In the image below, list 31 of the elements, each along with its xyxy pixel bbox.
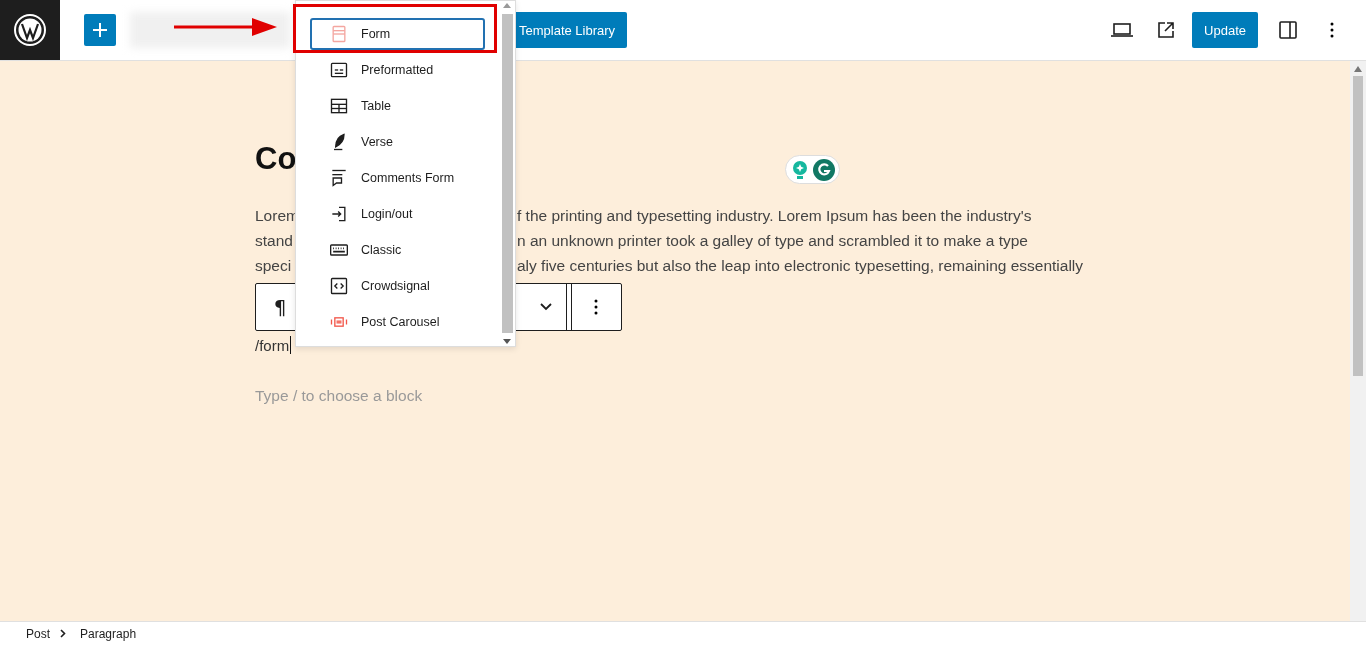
wordpress-logo[interactable] <box>0 0 60 60</box>
preformatted-icon <box>329 60 349 80</box>
plus-icon <box>93 23 107 37</box>
paragraph-button[interactable]: ¶ <box>256 284 304 330</box>
chevron-down-icon[interactable] <box>540 303 552 311</box>
paragraph-text: aly five centuries but also the leap into electronic typesetting, remaining essentially <box>517 256 1084 275</box>
scroll-up-icon[interactable] <box>1354 66 1362 72</box>
comments-icon <box>329 168 349 188</box>
grammar-g-icon <box>812 158 835 181</box>
scroll-up-icon[interactable] <box>503 3 511 8</box>
table-icon <box>329 96 349 116</box>
add-block-button[interactable] <box>84 14 116 46</box>
code-icon <box>329 276 349 296</box>
typed-text: /form <box>255 336 290 354</box>
more-options-icon[interactable] <box>594 299 598 315</box>
block-option[interactable]: Form <box>310 18 485 50</box>
breadcrumb-link[interactable]: Post <box>26 626 50 641</box>
login-icon <box>329 204 349 224</box>
paragraph-text: speci <box>255 256 292 274</box>
paragraph-text: f the printing and typesetting industry. Lorem Ipsum has been the industry's <box>517 206 1032 225</box>
breadcrumb-link[interactable]: Paragraph <box>80 626 137 641</box>
scrollbar-thumb[interactable] <box>501 14 513 333</box>
paragraph-text: n an unknown printer took a galley of type and scrambled it to make a type <box>517 231 1028 250</box>
scroll-down-icon[interactable] <box>503 339 511 344</box>
scrollbar[interactable] <box>1350 61 1366 621</box>
grammarly-widget[interactable] <box>785 155 840 184</box>
post-title: Co <box>255 140 297 178</box>
update-button[interactable]: Update <box>1192 12 1258 48</box>
chevron-right-icon <box>60 629 66 638</box>
lightbulb-icon <box>790 159 809 180</box>
paragraph-text: stand <box>255 231 293 249</box>
